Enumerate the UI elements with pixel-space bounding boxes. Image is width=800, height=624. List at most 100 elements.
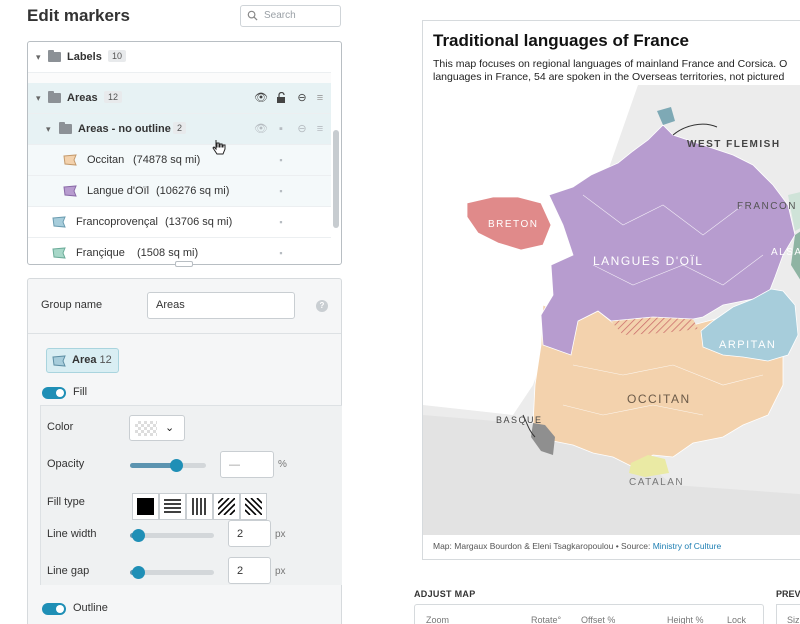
chevron-down-icon[interactable]: ▾ (36, 93, 46, 103)
folder-icon (48, 50, 61, 62)
line-gap-label: Line gap (47, 565, 90, 577)
panel-title: Edit markers (27, 6, 130, 25)
tree-scrollbar[interactable] (333, 130, 339, 228)
line-gap-input[interactable]: 2 (228, 557, 271, 584)
fill-type-solid[interactable] (132, 493, 159, 520)
adjust-map-heading: ADJUST MAP (414, 589, 476, 599)
tree-row-areas-no-outline[interactable]: ▾ Areas - no outline 2 👁 ▪ ⊖ ≡ (28, 114, 331, 145)
area-size: (74878 sq mi) (133, 154, 201, 166)
row-gap (28, 73, 331, 83)
fill-type-selector (132, 493, 268, 520)
col-lock: Lock (727, 615, 747, 624)
line-width-input[interactable]: 2 (228, 520, 271, 547)
map-preview: Traditional languages of France This map… (422, 20, 800, 560)
tree-row-label: Areas (67, 92, 98, 104)
area-shape-icon (52, 355, 66, 367)
line-width-slider[interactable] (130, 529, 214, 542)
label-arpitan: ARPITAN (719, 339, 776, 351)
folder-icon (48, 91, 61, 103)
adjust-map-table: Zoom Rotate° Offset % Height % Lock (414, 604, 764, 624)
fill-label: Fill (73, 386, 88, 398)
help-icon[interactable]: ? (316, 300, 328, 312)
eye-off-icon[interactable]: 👁 (254, 123, 268, 135)
count-badge: 12 (104, 91, 123, 103)
resize-handle[interactable] (175, 261, 193, 267)
tree-row-labels[interactable]: ▾ Labels 10 (28, 42, 331, 73)
label-langues-doil: LANGUES D'OÏL (593, 254, 703, 268)
col-zoom: Zoom (426, 615, 450, 624)
fill-toggle[interactable] (42, 387, 66, 399)
chevron-down-icon[interactable]: ▾ (46, 124, 56, 134)
area-size: (106276 sq mi) (156, 185, 230, 197)
group-name-label: Group name (41, 299, 103, 311)
fill-type-label: Fill type (47, 496, 85, 508)
lock-icon[interactable]: ▪ (275, 154, 287, 166)
col-height: Height % (667, 615, 704, 624)
more-options-icon[interactable]: ⊖ (296, 92, 308, 104)
area-shape-icon (52, 247, 66, 259)
drag-handle-icon[interactable]: ≡ (314, 123, 326, 135)
hand-cursor-icon (212, 140, 226, 155)
more-options-icon[interactable]: ⊖ (296, 123, 308, 135)
transparent-swatch (135, 421, 157, 436)
opacity-slider[interactable] (130, 459, 206, 472)
outline-toggle[interactable] (42, 603, 66, 615)
chip-label: Area (72, 354, 97, 366)
area-type-chip[interactable]: Area 12 (46, 348, 119, 373)
drag-handle-icon[interactable]: ≡ (314, 92, 326, 104)
chip-count: 12 (99, 354, 112, 366)
label-francique: FRANCON (737, 201, 797, 212)
fill-type-diagonal-left[interactable] (240, 493, 267, 520)
label-occitan: OCCITAN (627, 392, 691, 406)
line-width-unit: px (275, 529, 286, 540)
label-breton: BRETON (488, 219, 539, 230)
group-name-input[interactable]: Areas (147, 292, 295, 319)
tree-row-label: Francoprovençal (76, 216, 158, 228)
eye-icon[interactable]: 👁 (254, 92, 268, 104)
slider-knob[interactable] (169, 459, 183, 472)
lock-icon[interactable]: ▪ (275, 247, 287, 259)
label-alsatian: ALSA (771, 247, 800, 258)
map-credit: Map: Margaux Bourdon & Eleni Tsagkaropou… (433, 541, 721, 551)
area-size: (13706 sq mi) (165, 216, 233, 228)
tree-row-label: Langue d'Oïl (87, 185, 150, 197)
color-label: Color (47, 421, 74, 433)
credit-text: Map: Margaux Bourdon & Eleni Tsagkaropou… (433, 541, 653, 551)
chevron-down-icon[interactable]: ▾ (36, 52, 46, 62)
map-description-line: This map focuses on regional languages o… (433, 58, 788, 70)
lock-icon[interactable]: ▪ (275, 185, 287, 197)
tree-row-label: Françique (76, 247, 125, 259)
source-link[interactable]: Ministry of Culture (653, 541, 722, 551)
opacity-input[interactable]: — (220, 451, 274, 478)
search-input[interactable]: Search (240, 5, 341, 27)
lock-icon[interactable]: ▪ (275, 216, 287, 228)
search-icon (247, 10, 258, 21)
line-gap-slider[interactable] (130, 566, 214, 579)
tree-row-label: Areas - no outline (78, 123, 171, 135)
tree-row-francoprovencal[interactable]: Francoprovençal (13706 sq mi) ▪ (28, 207, 331, 238)
tree-row-occitan[interactable]: Occitan (74878 sq mi) ▪ (28, 145, 331, 176)
fill-type-diagonal-right[interactable] (213, 493, 240, 520)
area-shape-icon (63, 154, 77, 166)
area-shape-icon (52, 216, 66, 228)
tree-row-areas[interactable]: ▾ Areas 12 👁 ⊖ ≡ (28, 83, 331, 114)
group-properties: Group name Areas ? Area 12 Fill Color ⌄ … (27, 278, 342, 624)
lock-icon[interactable]: ▪ (275, 123, 287, 135)
unlock-icon[interactable] (275, 91, 287, 104)
slider-fill (130, 463, 176, 468)
preview-table: Siz (776, 604, 800, 624)
chevron-down-icon: ⌄ (165, 422, 175, 434)
outline-label: Outline (73, 602, 108, 614)
tree-row-langue-doil[interactable]: Langue d'Oïl (106276 sq mi) ▪ (28, 176, 331, 207)
fill-type-horizontal[interactable] (159, 493, 186, 520)
col-offset: Offset % (581, 615, 616, 624)
tree-row-label: Labels (67, 51, 102, 63)
map-description-line: languages in France, 54 are spoken in th… (433, 71, 785, 83)
color-picker-button[interactable]: ⌄ (129, 415, 185, 441)
search-placeholder: Search (264, 10, 296, 21)
map-description: This map focuses on regional languages o… (433, 58, 800, 84)
fill-type-vertical[interactable] (186, 493, 213, 520)
opacity-unit: % (278, 459, 287, 470)
opacity-label: Opacity (47, 458, 85, 470)
edit-markers-panel: Edit markers Search ▾ Labels 10 ▾ Areas … (0, 0, 360, 624)
